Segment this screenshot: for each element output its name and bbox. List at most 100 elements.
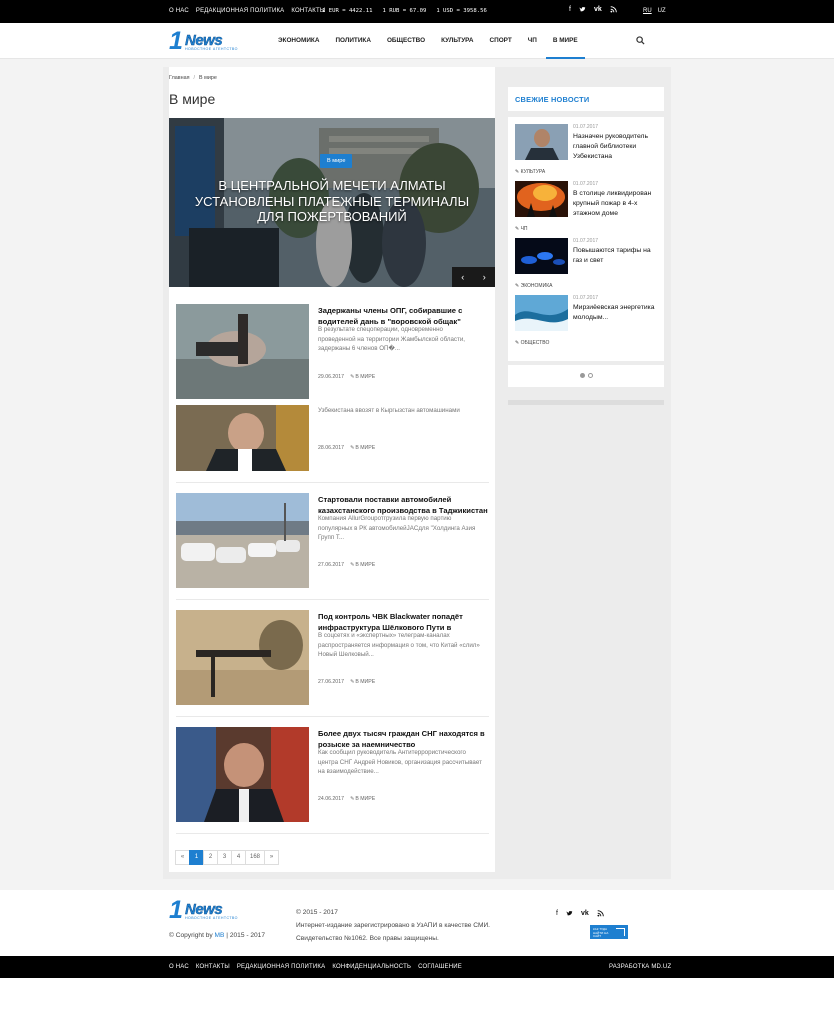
article-item: Более двух тысяч граждан СНГ находятся в…	[176, 727, 489, 822]
pencil-icon: ✎	[349, 679, 355, 685]
sidebar-news-title[interactable]: Мирзиёевская энергетика молодым...	[573, 303, 661, 323]
pencil-icon: ✎	[349, 374, 355, 380]
article-title[interactable]: Стартовали поставки автомобилей казахста…	[318, 495, 488, 516]
hero-category-badge[interactable]: В мире	[320, 154, 353, 168]
nav-economy[interactable]: ЭКОНОМИКА	[270, 23, 327, 59]
article-tag[interactable]: В МИРЕ	[355, 445, 375, 451]
sidebar-news-title[interactable]: В столице ликвидирован крупный пожар в 4…	[573, 189, 661, 219]
carousel-dot[interactable]	[588, 373, 593, 378]
top-link-policy[interactable]: РЕДАКЦИОННАЯ ПОЛИТИКА	[196, 8, 285, 14]
rss-icon[interactable]	[597, 910, 604, 919]
page-last-button[interactable]: 168	[245, 850, 266, 865]
sidebar-news-title[interactable]: Повышаются тарифы на газ и свет	[573, 246, 661, 266]
hero-next-button[interactable]: ›	[474, 267, 496, 287]
bottom-link-agreement[interactable]: СОГЛАШЕНИЕ	[418, 964, 462, 970]
breadcrumb-home[interactable]: Главная	[169, 75, 190, 81]
nav-culture[interactable]: КУЛЬТУРА	[433, 23, 481, 59]
sidebar-news-image[interactable]	[515, 295, 568, 331]
logo-word: News	[185, 32, 223, 49]
sidebar-news-image[interactable]	[515, 124, 568, 160]
divider	[176, 833, 489, 834]
pencil-icon: ✎	[349, 796, 355, 802]
sidebar-news-tag[interactable]: ✎ ЧП	[515, 226, 528, 232]
rate-usd: 1 USD = 3958.56	[436, 8, 487, 14]
breadcrumb-current: В мире	[199, 75, 217, 81]
article-date: 29.06.2017	[318, 374, 344, 380]
hero-title[interactable]: В центральной мечети Алматы установлены …	[189, 178, 475, 225]
page-4-button[interactable]: 4	[231, 850, 246, 865]
top-link-contacts[interactable]: КОНТАКТЫ	[291, 8, 325, 14]
article-title[interactable]: Задержаны члены ОПГ, собиравшие с водите…	[318, 306, 488, 327]
sidebar-carousel-dots	[508, 365, 664, 387]
bottom-links: О НАС КОНТАКТЫ РЕДАКЦИОННАЯ ПОЛИТИКА КОН…	[169, 964, 462, 970]
logo-tagline: новостное агентство	[185, 47, 238, 51]
page-2-button[interactable]: 2	[203, 850, 218, 865]
pencil-icon: ✎	[349, 562, 355, 568]
breadcrumb: Главная / В мире	[169, 75, 217, 81]
article-meta: 27.06.2017 ✎ В МИРЕ	[318, 562, 375, 568]
breadcrumb-separator: /	[193, 75, 196, 81]
article-meta: 29.06.2017 ✎ В МИРЕ	[318, 374, 375, 380]
article-item: Под контроль ЧВК Blackwater попадёт инфр…	[176, 610, 489, 705]
nav-sport[interactable]: СПОРТ	[481, 23, 519, 59]
article-tag[interactable]: В МИРЕ	[355, 374, 375, 380]
nav-emergency[interactable]: ЧП	[520, 23, 545, 59]
hero-slider[interactable]: В мире В центральной мечети Алматы устан…	[169, 118, 495, 287]
twitter-icon[interactable]	[579, 6, 586, 15]
sidebar-news-tag[interactable]: ✎ ОБЩЕСТВО	[515, 340, 549, 346]
article-item: Задержаны члены ОПГ, собиравшие с водите…	[176, 304, 489, 399]
page-1-button[interactable]: 1	[189, 850, 204, 865]
bottom-link-about[interactable]: О НАС	[169, 964, 189, 970]
article-image[interactable]	[176, 493, 309, 588]
lang-ru[interactable]: RU	[643, 8, 652, 14]
article-image[interactable]	[176, 405, 309, 471]
developer-link[interactable]: РАЗРАБОТКА MD.UZ	[609, 964, 671, 970]
rss-icon[interactable]	[610, 6, 617, 15]
article-tag[interactable]: В МИРЕ	[355, 796, 375, 802]
bottom-link-policy[interactable]: РЕДАКЦИОННАЯ ПОЛИТИКА	[237, 964, 326, 970]
article-image[interactable]	[176, 727, 309, 822]
article-tag[interactable]: В МИРЕ	[355, 562, 375, 568]
sidebar-news-tag[interactable]: ✎ ЭКОНОМИКА	[515, 283, 552, 289]
vk-icon[interactable]: vk	[581, 910, 589, 919]
nav-society[interactable]: ОБЩЕСТВО	[379, 23, 433, 59]
nav-politics[interactable]: ПОЛИТИКА	[327, 23, 379, 59]
sidebar-news-image[interactable]	[515, 238, 568, 274]
article-title[interactable]: Под контроль ЧВК Blackwater попадёт инфр…	[318, 612, 488, 633]
article-excerpt: Как сообщил руководитель Антитеррористич…	[318, 749, 482, 775]
bottom-link-privacy[interactable]: КОНФИДЕНЦИАЛЬНОСТЬ	[332, 964, 411, 970]
footer-badge-text: КАК ТУДА НАЙТИ НА САЙТ	[593, 927, 609, 938]
article-tag[interactable]: В МИРЕ	[355, 679, 375, 685]
sidebar-news-tag-label: ЧП	[520, 226, 528, 232]
nav-world[interactable]: В МИРЕ	[545, 23, 586, 59]
lang-uz[interactable]: UZ	[658, 8, 666, 14]
footer-logo[interactable]: 1 News новостное агентство	[169, 898, 249, 924]
article-date: 27.06.2017	[318, 562, 344, 568]
sidebar-news-date: 01.07.2017	[573, 124, 599, 130]
page-prev-button[interactable]: «	[175, 850, 190, 865]
sidebar-news-title[interactable]: Назначен руководитель главной библиотеки…	[573, 132, 661, 162]
bottom-link-contacts[interactable]: КОНТАКТЫ	[196, 964, 230, 970]
page-3-button[interactable]: 3	[217, 850, 232, 865]
article-title[interactable]: Более двух тысяч граждан СНГ находятся в…	[318, 729, 488, 750]
article-meta: 28.06.2017 ✎ В МИРЕ	[318, 445, 375, 451]
search-icon[interactable]	[636, 36, 645, 45]
vk-icon[interactable]: vk	[594, 6, 602, 15]
sidebar-news-image[interactable]	[515, 181, 568, 217]
facebook-icon[interactable]: f	[556, 910, 558, 919]
sidebar-news-tag[interactable]: ✎ КУЛЬТУРА	[515, 169, 545, 175]
twitter-icon[interactable]	[566, 910, 573, 919]
site-logo[interactable]: 1 News новостное агентство	[169, 29, 243, 54]
copyright-link[interactable]: MB	[215, 932, 225, 939]
page-next-button[interactable]: »	[264, 850, 280, 865]
sidebar-news-date: 01.07.2017	[573, 181, 599, 187]
top-link-about[interactable]: О НАС	[169, 8, 189, 14]
article-excerpt: Компания AllurGroupотгрузила первую парт…	[318, 515, 476, 541]
carousel-dot-active[interactable]	[580, 373, 585, 378]
footer-badge[interactable]: КАК ТУДА НАЙТИ НА САЙТ	[590, 925, 628, 939]
footer-social-links: f vk	[556, 910, 604, 919]
article-image[interactable]	[176, 610, 309, 705]
facebook-icon[interactable]: f	[569, 6, 571, 15]
article-image[interactable]	[176, 304, 309, 399]
hero-prev-button[interactable]: ‹	[452, 267, 474, 287]
